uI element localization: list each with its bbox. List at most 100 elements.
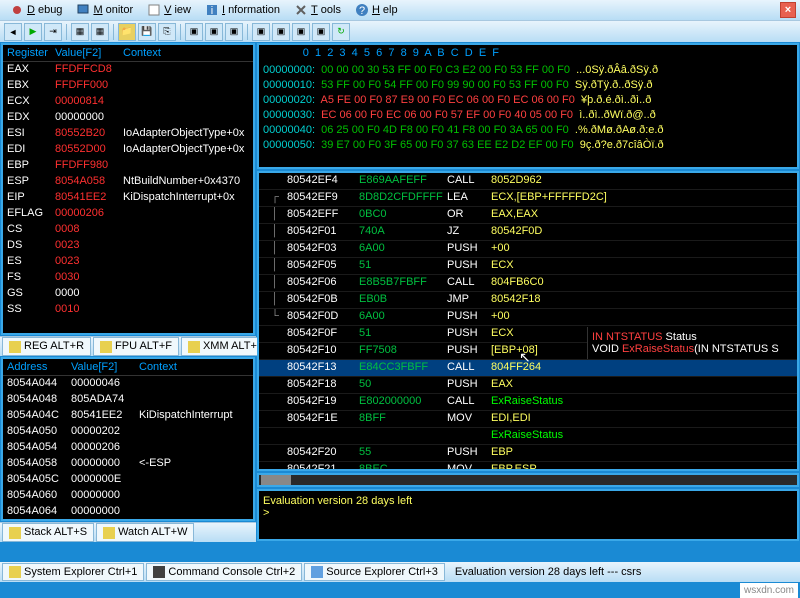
stack-row[interactable]: 8054A06800000000 [3, 520, 253, 521]
register-row[interactable]: EBPFFDFF980 [3, 158, 253, 174]
disasm-row[interactable]: │80542F0551PUSHECX [259, 258, 797, 275]
disasm-addr: 80542EF9 [287, 191, 359, 205]
disasm-row[interactable]: 80542F1850PUSHEAX [259, 377, 797, 394]
watermark: wsxdn.com [740, 583, 798, 598]
disasm-row[interactable]: │80542F01740AJZ80542F0D [259, 224, 797, 241]
disasm-row[interactable]: ExRaiseStatus [259, 428, 797, 445]
stack-row[interactable]: 8054A048805ADA74 [3, 392, 253, 408]
register-row[interactable]: EDX00000000 [3, 110, 253, 126]
tool-doc2[interactable]: ▦ [91, 23, 109, 41]
hex-row[interactable]: 00000040: 06 25 00 F0 4D F8 00 F0 41 F8 … [263, 123, 793, 138]
tool-f[interactable]: ▣ [292, 23, 310, 41]
disasm-row[interactable]: │80542EFF0BC0OREAX,EAX [259, 207, 797, 224]
hscrollbar[interactable] [257, 473, 799, 487]
disasm-row[interactable]: │80542F06E8B5B7FBFFCALL804FB6C0 [259, 275, 797, 292]
menu-help[interactable]: ?Help [349, 1, 404, 19]
stack-context: <-ESP [139, 457, 171, 471]
tool-d[interactable]: ▣ [252, 23, 270, 41]
hex-row[interactable]: 00000020: A5 FE 00 F0 87 E9 00 F0 EC 06 … [263, 93, 793, 108]
disasm-row[interactable]: 80542F2055PUSHEBP [259, 445, 797, 462]
tool-refresh[interactable]: ↻ [332, 23, 350, 41]
register-row[interactable]: ESI80552B20IoAdapterObjectType+0x [3, 126, 253, 142]
disasm-row[interactable]: └80542F0D6A00PUSH+00 [259, 309, 797, 326]
disasm-row[interactable]: ┌80542EF98D8D2CFDFFFFLEAECX,[EBP+FFFFFD2… [259, 190, 797, 207]
stack-row[interactable]: 8054A05400000206 [3, 440, 253, 456]
register-row[interactable]: EDI80552D00IoAdapterObjectType+0x [3, 142, 253, 158]
disasm-row[interactable]: │80542F036A00PUSH+00 [259, 241, 797, 258]
menu-debug[interactable]: DDebugebug [4, 1, 68, 19]
stack-row[interactable]: 8054A04C80541EE2KiDispatchInterrupt [3, 408, 253, 424]
disasm-mnemonic: MOV [447, 412, 491, 426]
stack-row[interactable]: 8054A06400000000 [3, 504, 253, 520]
tool-copy[interactable]: ⎘ [158, 23, 176, 41]
tab-reg[interactable]: REG ALT+R [2, 337, 91, 355]
console-panel[interactable]: Evaluation version 28 days left > [257, 489, 799, 541]
tab-system-explorer[interactable]: System Explorer Ctrl+1 [2, 563, 144, 581]
disasm-bytes: E869AAFEFF [359, 174, 447, 188]
tool-save[interactable]: 💾 [138, 23, 156, 41]
tool-back[interactable]: ◄ [4, 23, 22, 41]
tab-watch[interactable]: Watch ALT+W [96, 523, 194, 541]
jump-indicator [263, 463, 287, 471]
tool-e[interactable]: ▣ [272, 23, 290, 41]
register-row[interactable]: EAXFFDFFCD8 [3, 62, 253, 78]
stack-row[interactable]: 8054A06000000000 [3, 488, 253, 504]
register-row[interactable]: CS0008 [3, 222, 253, 238]
tool-open[interactable]: 📁 [118, 23, 136, 41]
reg-value: 0023 [55, 255, 123, 269]
disasm-addr: 80542F1E [287, 412, 359, 426]
register-row[interactable]: ES0023 [3, 254, 253, 270]
stack-row[interactable]: 8054A05800000000<-ESP [3, 456, 253, 472]
hex-row[interactable]: 00000010: 53 FF 00 F0 54 FF 00 F0 99 90 … [263, 78, 793, 93]
stack-row[interactable]: 8054A04400000046 [3, 376, 253, 392]
tool-b[interactable]: ▣ [205, 23, 223, 41]
register-row[interactable]: EFLAG00000206 [3, 206, 253, 222]
disasm-bytes: 51 [359, 259, 447, 273]
tab-command-console[interactable]: Command Console Ctrl+2 [146, 563, 302, 581]
tab-stack[interactable]: Stack ALT+S [2, 523, 94, 541]
scroll-thumb[interactable] [261, 475, 291, 485]
disasm-row[interactable]: │80542F0BEB0BJMP80542F18 [259, 292, 797, 309]
reg-context: NtBuildNumber+0x4370 [123, 175, 240, 189]
tool-step[interactable]: ⇥ [44, 23, 62, 41]
register-row[interactable]: ESP8054A058NtBuildNumber+0x4370 [3, 174, 253, 190]
register-row[interactable]: DS0023 [3, 238, 253, 254]
register-row[interactable]: ECX00000814 [3, 94, 253, 110]
tool-doc1[interactable]: ▦ [71, 23, 89, 41]
stack-row[interactable]: 8054A05C0000000E [3, 472, 253, 488]
tab-fpu[interactable]: FPU ALT+F [93, 337, 179, 355]
jump-indicator [263, 327, 287, 341]
tab-source-explorer[interactable]: Source Explorer Ctrl+3 [304, 563, 445, 581]
reg-name: EFLAG [7, 207, 55, 221]
stack-addr: 8054A054 [7, 441, 71, 455]
register-row[interactable]: FS0030 [3, 270, 253, 286]
menu-information[interactable]: iInformation [199, 1, 286, 19]
stack-value: 0000000E [71, 473, 139, 487]
hex-row[interactable]: 00000050: 39 E7 00 F0 3F 65 00 F0 37 63 … [263, 138, 793, 153]
disasm-addr [287, 429, 359, 443]
stack-value: 00000206 [71, 441, 139, 455]
close-button[interactable]: × [780, 2, 796, 18]
menu-view[interactable]: View [141, 1, 197, 19]
register-row[interactable]: EIP80541EE2KiDispatchInterrupt+0x [3, 190, 253, 206]
disasm-row[interactable]: 80542F1E8BFFMOVEDI,EDI [259, 411, 797, 428]
register-row[interactable]: SS0010 [3, 302, 253, 318]
tool-g[interactable]: ▣ [312, 23, 330, 41]
register-row[interactable]: EBXFFDFF000 [3, 78, 253, 94]
hex-row[interactable]: 00000000: 00 00 00 30 53 FF 00 F0 C3 E2 … [263, 63, 793, 78]
jump-indicator: └ [263, 310, 287, 324]
tool-a[interactable]: ▣ [185, 23, 203, 41]
disasm-row[interactable]: 80542F19E802000000CALLExRaiseStatus [259, 394, 797, 411]
menu-tools[interactable]: Tools [288, 1, 347, 19]
disasm-operands: EBP,ESP [491, 463, 537, 471]
tool-play[interactable]: ▶ [24, 23, 42, 41]
disasm-addr: 80542EF4 [287, 174, 359, 188]
hex-row[interactable]: 00000030: EC 06 00 F0 EC 06 00 F0 57 EF … [263, 108, 793, 123]
tool-c[interactable]: ▣ [225, 23, 243, 41]
menu-monitor[interactable]: Monitor [70, 1, 139, 19]
disasm-bytes: E84CC3FBFF [359, 361, 447, 375]
disasm-row[interactable]: 80542EF4E869AAFEFFCALL8052D962 [259, 173, 797, 190]
disasm-row[interactable]: 80542F218BECMOVEBP,ESP [259, 462, 797, 471]
stack-row[interactable]: 8054A05000000202 [3, 424, 253, 440]
register-row[interactable]: GS0000 [3, 286, 253, 302]
